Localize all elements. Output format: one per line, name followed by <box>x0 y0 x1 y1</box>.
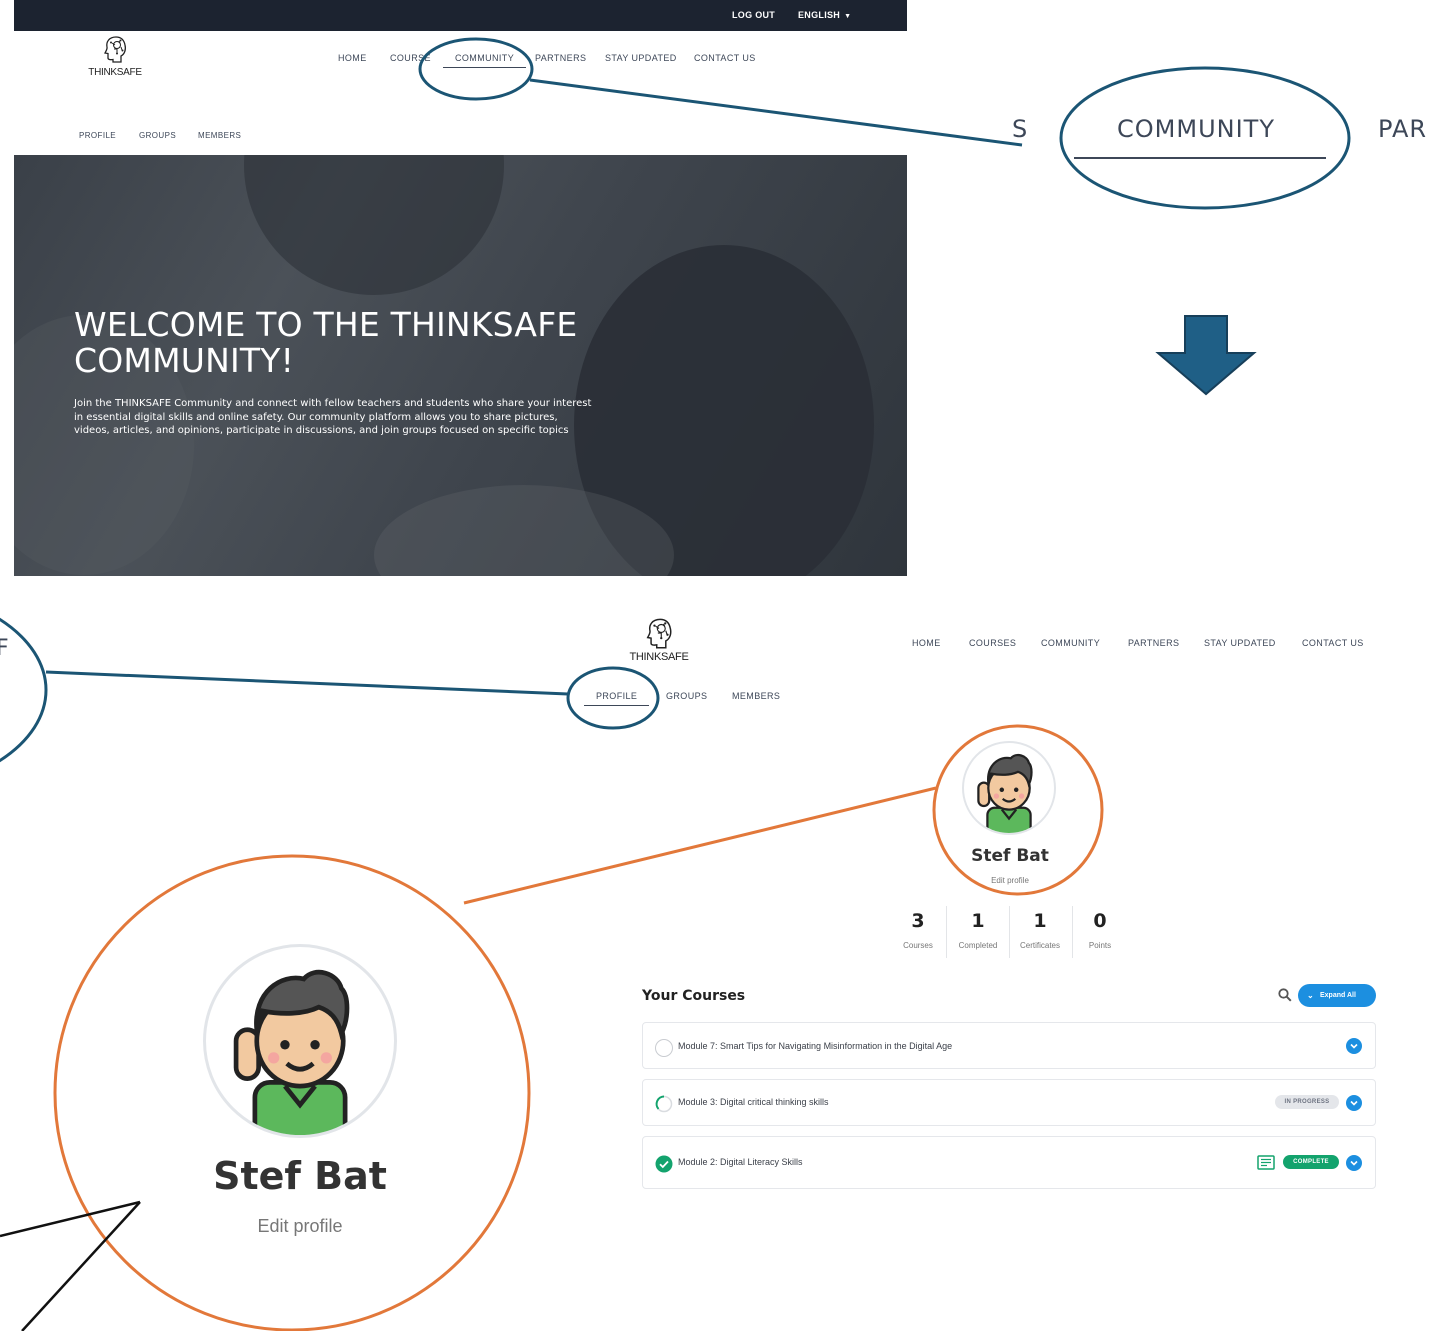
chevron-down-icon <box>1350 1160 1358 1166</box>
course-row[interactable]: Module 2: Digital Literacy Skills COMPLE… <box>642 1136 1376 1189</box>
stat-label: Certificates <box>1019 941 1060 950</box>
community-highlight-ellipse <box>418 37 534 101</box>
your-courses-title: Your Courses <box>642 988 746 1004</box>
pointer-line <box>21 1201 141 1331</box>
zoom-active-underline <box>1074 157 1326 159</box>
course-row[interactable]: Module 7: Smart Tips for Navigating Misi… <box>642 1022 1376 1069</box>
profile-name: Stef Bat <box>971 846 1049 866</box>
subnav-members[interactable]: MEMBERS <box>732 691 780 701</box>
nav-partners[interactable]: PARTNERS <box>1128 638 1179 648</box>
stat-certificates: 1 Certificates <box>1013 910 1067 950</box>
stat-completed: 1 Completed <box>952 910 1004 950</box>
stat-divider <box>1072 906 1073 958</box>
stat-divider <box>946 906 947 958</box>
expand-course-toggle[interactable] <box>1346 1095 1362 1111</box>
brain-head-logo-icon <box>646 618 672 649</box>
complete-badge: COMPLETE <box>1283 1155 1339 1169</box>
stat-value: 3 <box>911 910 925 932</box>
annotation-overlay <box>0 37 1351 1331</box>
zoom-profile-fragment: F <box>0 636 10 661</box>
stat-value: 1 <box>1033 910 1047 932</box>
chevron-down-icon: ⌄ <box>1307 991 1314 1000</box>
course-title[interactable]: Module 7: Smart Tips for Navigating Misi… <box>678 1041 952 1051</box>
profile-callout-line <box>45 670 569 696</box>
logo-bottom[interactable]: THINKSAFE <box>626 616 692 663</box>
not-started-icon <box>655 1039 673 1057</box>
nav-contact-us[interactable]: CONTACT US <box>1302 638 1364 648</box>
boy-waving-avatar-icon <box>977 753 1033 833</box>
zoom-nav-fragment-left: S <box>1012 115 1029 143</box>
chevron-down-icon <box>1350 1043 1358 1049</box>
expand-all-label: Expand All <box>1320 992 1356 999</box>
stat-value: 1 <box>971 910 985 932</box>
subnav-groups[interactable]: GROUPS <box>666 691 707 701</box>
edit-profile-link[interactable]: Edit profile <box>950 876 1070 885</box>
community-callout-line <box>529 78 1023 147</box>
stat-divider <box>1009 906 1010 958</box>
avatar-callout-line <box>463 786 937 905</box>
chevron-down-icon <box>1350 1100 1358 1106</box>
avatar[interactable] <box>962 741 1056 835</box>
course-row[interactable]: Module 3: Digital critical thinking skil… <box>642 1079 1376 1126</box>
profile-zoom-ellipse <box>0 617 48 763</box>
course-title[interactable]: Module 3: Digital critical thinking skil… <box>678 1097 829 1107</box>
nav-stay-updated[interactable]: STAY UPDATED <box>1204 638 1276 648</box>
stat-label: Courses <box>903 941 933 950</box>
check-circle-icon <box>655 1155 673 1173</box>
stat-courses: 3 Courses <box>896 910 940 950</box>
down-arrow-icon <box>1155 315 1257 396</box>
nav-home[interactable]: HOME <box>912 638 941 648</box>
boy-waving-avatar-icon <box>233 969 350 1135</box>
expand-course-toggle[interactable] <box>1346 1038 1362 1054</box>
subnav-profile[interactable]: PROFILE <box>584 691 650 706</box>
course-title[interactable]: Module 2: Digital Literacy Skills <box>678 1157 803 1167</box>
zoom-nav-community: COMMUNITY <box>1117 115 1275 143</box>
certificate-icon[interactable] <box>1257 1155 1275 1170</box>
in-progress-icon <box>655 1095 673 1113</box>
stat-points: 0 Points <box>1078 910 1122 950</box>
nav-courses[interactable]: COURSES <box>969 638 1016 648</box>
edit-profile-zoomed: Edit profile <box>257 1216 343 1236</box>
avatar-zoomed <box>203 944 397 1138</box>
profile-name-zoomed: Stef Bat <box>213 1154 387 1198</box>
logo-text: THINKSAFE <box>629 651 689 663</box>
nav-community[interactable]: COMMUNITY <box>1041 638 1100 648</box>
expand-course-toggle[interactable] <box>1346 1155 1362 1171</box>
zoom-nav-fragment-right: PAR <box>1378 115 1428 143</box>
expand-all-button[interactable]: ⌄ Expand All <box>1298 984 1376 1007</box>
in-progress-badge: IN PROGRESS <box>1275 1095 1339 1109</box>
pointer-line <box>0 1200 141 1238</box>
stat-label: Completed <box>958 941 998 950</box>
stat-label: Points <box>1088 941 1112 950</box>
search-icon[interactable] <box>1278 988 1292 1002</box>
stat-value: 0 <box>1093 910 1107 932</box>
